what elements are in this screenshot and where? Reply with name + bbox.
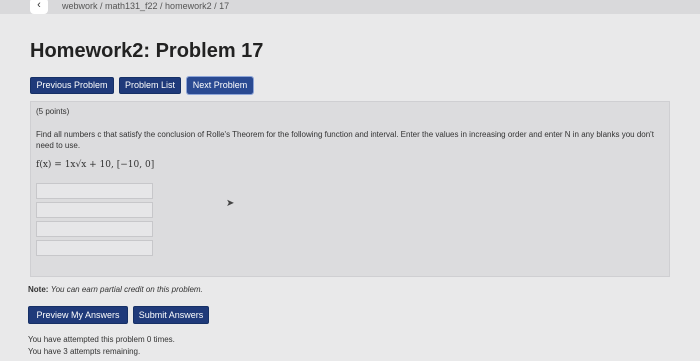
- page-title: Homework2: Problem 17: [30, 40, 264, 62]
- submit-answers-button[interactable]: Submit Answers: [133, 306, 209, 324]
- answer-field-3[interactable]: [36, 221, 153, 237]
- back-button[interactable]: ‹: [30, 0, 48, 14]
- points-label: (5 points): [36, 107, 70, 116]
- next-problem-button[interactable]: Next Problem: [186, 76, 254, 95]
- attempts-status: You have attempted this problem 0 times.: [28, 335, 175, 344]
- previous-problem-button[interactable]: Previous Problem: [30, 77, 114, 94]
- answer-field-2[interactable]: [36, 202, 153, 218]
- preview-answers-button[interactable]: Preview My Answers: [28, 306, 128, 324]
- answer-field-1[interactable]: [36, 183, 153, 199]
- partial-credit-note: Note: You can earn partial credit on thi…: [28, 285, 203, 294]
- note-label: Note:: [28, 285, 49, 294]
- function-formula: f(x) = 1x√x + 10, [−10, 0]: [36, 160, 155, 170]
- browser-top-bar: ‹ webwork / math131_f22 / homework2 / 17: [0, 0, 700, 14]
- breadcrumb[interactable]: webwork / math131_f22 / homework2 / 17: [62, 0, 229, 12]
- mouse-pointer-icon: ➤: [226, 198, 235, 209]
- problem-list-button[interactable]: Problem List: [119, 77, 181, 94]
- note-text: You can earn partial credit on this prob…: [50, 285, 203, 294]
- attempts-remaining-status: You have 3 attempts remaining.: [28, 347, 141, 356]
- answer-field-4[interactable]: [36, 240, 153, 256]
- problem-instructions: Find all numbers c that satisfy the conc…: [36, 130, 654, 150]
